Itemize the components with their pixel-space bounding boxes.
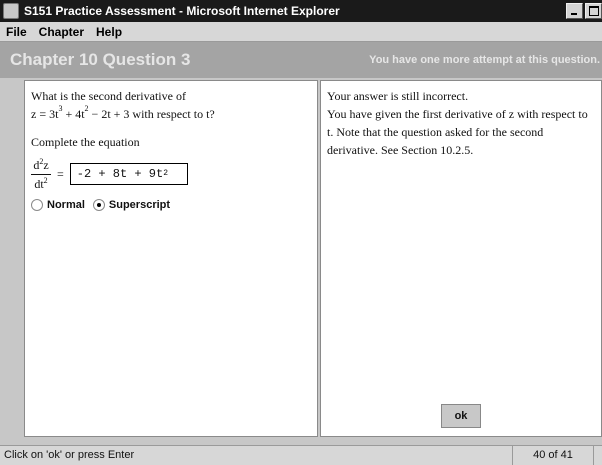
feedback-line-1: Your answer is still incorrect.	[327, 89, 469, 103]
radio-superscript[interactable]	[92, 199, 105, 211]
title-bar: S151 Practice Assessment - Microsoft Int…	[0, 0, 602, 22]
den-exp: 2	[43, 175, 48, 185]
menu-chapter[interactable]: Chapter	[39, 25, 84, 39]
equals-sign: =	[57, 166, 64, 181]
status-text: Click on 'ok' or press Enter	[4, 449, 135, 461]
instruction: Complete the equation	[31, 135, 140, 149]
window-title: S151 Practice Assessment - Microsoft Int…	[24, 4, 340, 18]
minimize-button[interactable]	[566, 3, 583, 19]
maximize-button[interactable]	[585, 3, 602, 19]
question-header: Chapter 10 Question 3 You have one more …	[0, 42, 602, 78]
radio-normal-label[interactable]: Normal	[47, 199, 85, 211]
status-bar: Click on 'ok' or press Enter 40 of 41	[0, 445, 602, 465]
menu-help[interactable]: Help	[96, 25, 122, 39]
fraction-denominator: dt2	[34, 175, 48, 191]
question-expression: z = 3t3 + 4t2 − 2t + 3 with respect to t…	[31, 105, 311, 123]
browser-window: S151 Practice Assessment - Microsoft Int…	[0, 0, 602, 465]
second-derivative-fraction: d2z dt2	[31, 157, 51, 191]
question-line-1: What is the second derivative of	[31, 89, 186, 103]
answer-input[interactable]: -2 + 8t + 9t 2	[69, 163, 188, 185]
radio-superscript-label[interactable]: Superscript	[109, 199, 170, 211]
input-mode-group: Normal Superscript	[31, 199, 311, 211]
maximize-icon	[589, 6, 599, 16]
expr-mid: + 4t	[62, 107, 85, 121]
attempts-status: You have one more attempt at this questi…	[369, 54, 600, 66]
radio-normal[interactable]	[31, 199, 43, 211]
answer-exponent: 2	[163, 169, 169, 178]
feedback-panel: Your answer is still incorrect. You have…	[320, 80, 602, 437]
fraction-bar	[31, 173, 51, 175]
ok-button[interactable]: ok	[441, 404, 481, 428]
question-counter: 40 of 41	[512, 446, 594, 465]
expr-suffix: − 2t + 3 with respect to t?	[88, 107, 215, 121]
question-panel: What is the second derivative of z = 3t3…	[24, 80, 318, 437]
num-var: z	[43, 157, 49, 172]
menu-file[interactable]: File	[6, 25, 27, 39]
browser-icon	[3, 3, 19, 19]
page-title: Chapter 10 Question 3	[10, 50, 191, 69]
expr-prefix: z = 3t	[31, 107, 59, 121]
window-controls	[566, 3, 602, 19]
minimize-icon	[571, 13, 577, 15]
equation-row: d2z dt2 = -2 + 8t + 9t 2	[31, 153, 311, 195]
den-dt: dt	[34, 176, 44, 191]
feedback-line-2: You have given the first derivative of z…	[327, 107, 588, 157]
menu-bar: File Chapter Help	[0, 22, 602, 42]
fraction-numerator: d2z	[33, 157, 49, 172]
answer-value: -2 + 8t + 9t	[76, 167, 164, 181]
